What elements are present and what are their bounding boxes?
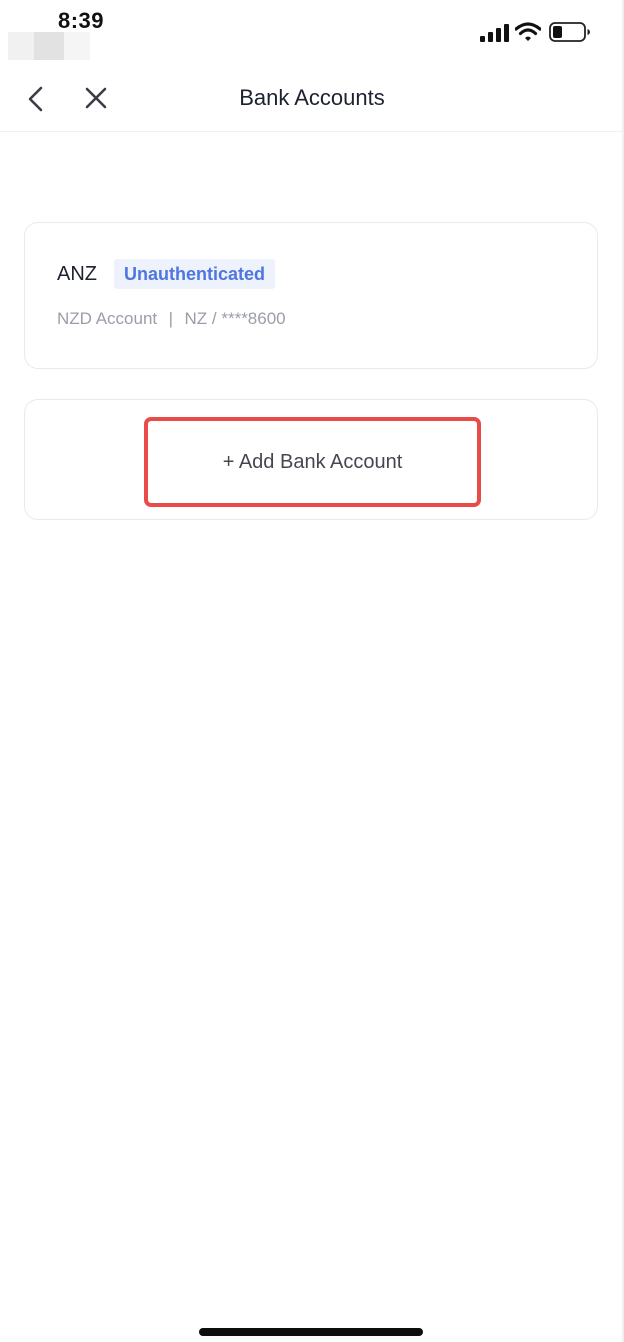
account-number: NZ / ****8600 [184, 309, 286, 328]
status-badge: Unauthenticated [114, 259, 276, 289]
page-title: Bank Accounts [239, 85, 385, 110]
battery-icon [549, 22, 590, 42]
blurred-area [34, 32, 64, 60]
status-time: 8:39 [58, 8, 105, 33]
blurred-area [8, 32, 34, 60]
detail-separator: | [168, 309, 174, 328]
home-indicator [199, 1328, 423, 1336]
account-detail: NZD Account | NZ / ****8600 [57, 309, 286, 329]
signal-icon [480, 24, 509, 42]
bank-account-card[interactable]: ANZ Unauthenticated NZD Account | NZ / *… [24, 222, 598, 369]
add-bank-account-card: + Add Bank Account [24, 399, 598, 520]
add-bank-account-button[interactable]: + Add Bank Account [144, 417, 481, 507]
wifi-icon [515, 22, 541, 41]
blurred-area [64, 32, 90, 60]
nav-bar: Bank Accounts [0, 64, 624, 132]
bank-name: ANZ [57, 263, 97, 285]
bank-accounts-screen: 8:39 Bank Accounts ANZ Unauthenticated N… [0, 0, 624, 1342]
account-type: NZD Account [57, 309, 158, 328]
status-bar: 8:39 [0, 0, 624, 60]
